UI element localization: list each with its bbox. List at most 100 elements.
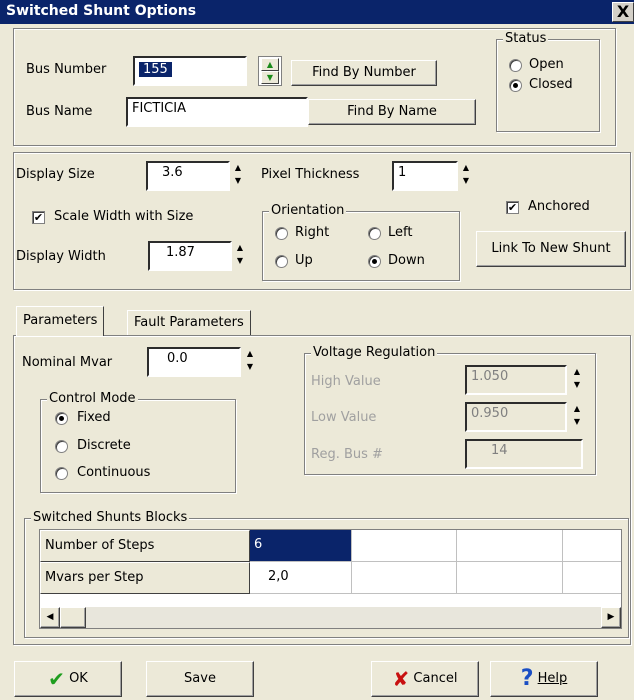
- blocks-group: Switched Shunts Blocks Number of Steps 6…: [24, 510, 629, 638]
- status-open-label: Open: [529, 57, 564, 72]
- orientation-left-option[interactable]: Left: [368, 225, 448, 243]
- display-width-spinner[interactable]: ▲ ▼: [232, 243, 248, 269]
- high-value-field[interactable]: 1.050: [465, 365, 567, 395]
- ok-button[interactable]: ✔ OK: [14, 661, 122, 697]
- bus-name-field[interactable]: FICTICIA: [126, 97, 308, 127]
- pixel-thickness-label: Pixel Thickness: [261, 167, 360, 182]
- spin-up-icon[interactable]: ▲: [242, 349, 258, 362]
- high-value-spinner[interactable]: ▲ ▼: [569, 367, 585, 393]
- pixel-thickness-spinner[interactable]: ▲ ▼: [458, 163, 474, 189]
- help-question-icon: ?: [520, 666, 534, 691]
- orientation-down-radio[interactable]: [368, 255, 381, 268]
- control-discrete-option[interactable]: Discrete: [55, 438, 205, 456]
- voltage-regulation-legend: Voltage Regulation: [311, 345, 438, 360]
- display-width-field[interactable]: 1.87: [148, 241, 232, 271]
- orientation-down-label: Down: [388, 253, 425, 268]
- close-icon[interactable]: X: [612, 2, 634, 22]
- status-open-radio[interactable]: [509, 59, 522, 72]
- spin-down-icon[interactable]: ▼: [458, 176, 474, 189]
- orientation-up-option[interactable]: Up: [275, 253, 355, 271]
- grid-row-mvars: Mvars per Step 2,0: [40, 562, 621, 594]
- orientation-up-label: Up: [295, 253, 313, 268]
- scale-width-checkbox[interactable]: ✔: [32, 211, 45, 224]
- control-discrete-radio[interactable]: [55, 440, 68, 453]
- tab-fault-parameters[interactable]: Fault Parameters: [127, 310, 251, 336]
- grid-cell[interactable]: [563, 530, 621, 562]
- control-fixed-radio[interactable]: [55, 412, 68, 425]
- grid-cell[interactable]: [563, 562, 621, 594]
- grid-cell[interactable]: 6: [250, 530, 352, 562]
- tab-parameters[interactable]: Parameters: [16, 306, 105, 336]
- bus-number-field[interactable]: 155: [133, 56, 247, 86]
- orientation-group: Orientation Right Left Up Down: [262, 203, 460, 281]
- orientation-legend: Orientation: [269, 203, 347, 218]
- spin-down-icon[interactable]: ▼: [242, 362, 258, 375]
- window-title: Switched Shunt Options: [6, 3, 197, 19]
- control-fixed-option[interactable]: Fixed: [55, 410, 205, 428]
- horizontal-scrollbar[interactable]: ◀ ▶: [40, 607, 621, 628]
- status-closed-radio[interactable]: [509, 79, 522, 92]
- blocks-legend: Switched Shunts Blocks: [31, 510, 190, 525]
- nominal-mvar-spinner[interactable]: ▲ ▼: [242, 349, 258, 375]
- help-button[interactable]: ? Help: [490, 661, 598, 697]
- low-value-spinner[interactable]: ▲ ▼: [569, 404, 585, 430]
- anchored-checkbox[interactable]: ✔: [506, 201, 519, 214]
- cancel-button[interactable]: ✘ Cancel: [371, 661, 479, 697]
- spin-down-icon[interactable]: ▼: [232, 256, 248, 269]
- spin-up-icon[interactable]: ▲: [230, 163, 246, 176]
- scroll-thumb[interactable]: [60, 607, 86, 628]
- status-closed-label: Closed: [529, 77, 573, 92]
- orientation-up-radio[interactable]: [275, 255, 288, 268]
- control-mode-group: Control Mode Fixed Discrete Continuous: [40, 391, 236, 493]
- bus-name-label: Bus Name: [26, 104, 93, 119]
- nominal-mvar-label: Nominal Mvar: [22, 355, 113, 370]
- spin-down-icon[interactable]: ▼: [569, 380, 585, 393]
- scroll-right-icon[interactable]: ▶: [601, 607, 621, 628]
- orientation-right-option[interactable]: Right: [275, 225, 355, 243]
- status-open-option[interactable]: Open: [509, 57, 594, 75]
- pixel-thickness-field[interactable]: 1: [392, 161, 458, 191]
- spin-up-icon[interactable]: ▲: [232, 243, 248, 256]
- orientation-right-radio[interactable]: [275, 227, 288, 240]
- display-size-label: Display Size: [16, 167, 95, 182]
- spin-up-icon[interactable]: ▲: [569, 367, 585, 380]
- spin-up-icon[interactable]: ▲: [261, 58, 279, 71]
- display-width-label: Display Width: [16, 249, 106, 264]
- grid-cell[interactable]: [352, 530, 457, 562]
- save-button[interactable]: Save: [146, 661, 254, 697]
- spin-down-icon[interactable]: ▼: [261, 71, 279, 84]
- control-continuous-option[interactable]: Continuous: [55, 465, 205, 483]
- orientation-right-label: Right: [295, 225, 330, 240]
- spin-up-icon[interactable]: ▲: [569, 404, 585, 417]
- spin-down-icon[interactable]: ▼: [569, 417, 585, 430]
- control-mode-legend: Control Mode: [47, 391, 138, 406]
- anchored-option[interactable]: ✔ Anchored: [506, 199, 626, 217]
- scale-width-option[interactable]: ✔ Scale Width with Size: [32, 209, 242, 227]
- nominal-mvar-field[interactable]: 0.0: [147, 347, 241, 377]
- link-to-new-shunt-button[interactable]: Link To New Shunt: [476, 231, 626, 267]
- find-by-number-button[interactable]: Find By Number: [291, 60, 437, 86]
- scroll-left-icon[interactable]: ◀: [40, 607, 60, 628]
- reg-bus-field[interactable]: 14: [465, 439, 583, 469]
- grid-cell[interactable]: 2,0: [250, 562, 352, 594]
- bus-panel: Bus Number 155 ▲ ▼ Find By Number Bus Na…: [13, 28, 616, 146]
- grid-row-steps: Number of Steps 6: [40, 530, 621, 562]
- spin-up-icon[interactable]: ▲: [458, 163, 474, 176]
- low-value-field[interactable]: 0.950: [465, 402, 567, 432]
- spin-down-icon[interactable]: ▼: [230, 176, 246, 189]
- low-value-label: Low Value: [311, 410, 377, 425]
- grid-cell[interactable]: [457, 562, 563, 594]
- orientation-down-option[interactable]: Down: [368, 253, 448, 271]
- display-size-spinner[interactable]: ▲ ▼: [230, 163, 246, 189]
- scale-width-label: Scale Width with Size: [54, 209, 194, 224]
- bus-number-value: 155: [139, 62, 172, 77]
- bus-number-spinner[interactable]: ▲ ▼: [258, 56, 282, 86]
- status-closed-option[interactable]: Closed: [509, 77, 594, 95]
- find-by-name-button[interactable]: Find By Name: [308, 99, 476, 125]
- control-continuous-radio[interactable]: [55, 467, 68, 480]
- blocks-grid[interactable]: Number of Steps 6 Mvars per Step 2,0 ◀ ▶: [39, 529, 622, 629]
- orientation-left-radio[interactable]: [368, 227, 381, 240]
- grid-cell[interactable]: [457, 530, 563, 562]
- grid-cell[interactable]: [352, 562, 457, 594]
- display-size-field[interactable]: 3.6: [146, 161, 230, 191]
